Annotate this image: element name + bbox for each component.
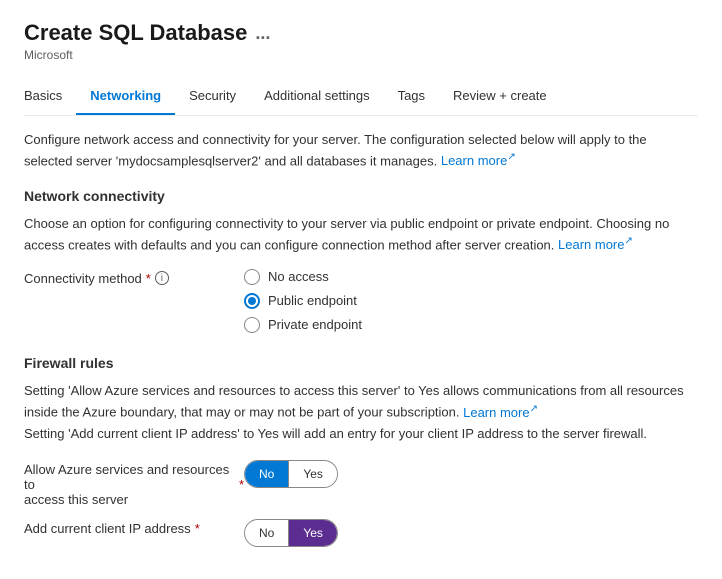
page-header: Create SQL Database ... Microsoft — [24, 20, 698, 62]
firewall-rules-title: Firewall rules — [24, 355, 698, 371]
allow-azure-label: Allow Azure services and resources toacc… — [24, 460, 244, 507]
page-title: Create SQL Database — [24, 20, 247, 46]
external-link-icon-2: ↗ — [625, 236, 633, 247]
add-ip-required: * — [195, 521, 200, 536]
allow-azure-toggle: No Yes — [244, 460, 338, 488]
external-link-icon-3: ↗ — [530, 403, 538, 414]
radio-no-access-circle[interactable] — [244, 269, 260, 285]
allow-azure-yes-button[interactable]: Yes — [289, 461, 337, 487]
connectivity-description: Choose an option for configuring connect… — [24, 214, 698, 254]
allow-azure-row: Allow Azure services and resources toacc… — [24, 460, 698, 507]
intro-learn-more-link[interactable]: Learn more↗ — [441, 153, 516, 168]
radio-public-endpoint[interactable]: Public endpoint — [244, 293, 362, 309]
connectivity-learn-more-link[interactable]: Learn more↗ — [558, 237, 633, 252]
radio-private-endpoint[interactable]: Private endpoint — [244, 317, 362, 333]
radio-private-endpoint-circle[interactable] — [244, 317, 260, 333]
tab-basics[interactable]: Basics — [24, 78, 76, 115]
tab-tags[interactable]: Tags — [384, 78, 439, 115]
external-link-icon: ↗ — [507, 152, 515, 163]
add-ip-label: Add current client IP address * — [24, 519, 244, 536]
add-ip-row: Add current client IP address * No Yes — [24, 519, 698, 547]
radio-no-access[interactable]: No access — [244, 269, 362, 285]
add-ip-yes-button[interactable]: Yes — [289, 520, 337, 546]
tab-nav: Basics Networking Security Additional se… — [24, 78, 698, 116]
radio-public-endpoint-circle[interactable] — [244, 293, 260, 309]
radio-public-endpoint-dot — [248, 297, 256, 305]
add-ip-no-button[interactable]: No — [245, 520, 288, 546]
more-options-icon[interactable]: ... — [255, 23, 270, 44]
allow-azure-toggle-wrapper[interactable]: No Yes — [244, 460, 338, 488]
intro-description: Configure network access and connectivit… — [24, 130, 698, 170]
connectivity-method-row: Connectivity method * i No access Public… — [24, 269, 698, 333]
connectivity-method-label: Connectivity method * i — [24, 269, 244, 286]
allow-azure-no-button[interactable]: No — [245, 461, 288, 487]
required-indicator: * — [146, 271, 151, 286]
connectivity-radio-group: No access Public endpoint Private endpoi… — [244, 269, 362, 333]
add-ip-toggle-wrapper[interactable]: No Yes — [244, 519, 338, 547]
tab-review-create[interactable]: Review + create — [439, 78, 561, 115]
firewall-learn-more-link[interactable]: Learn more↗ — [463, 405, 538, 420]
tab-networking[interactable]: Networking — [76, 78, 175, 115]
radio-private-endpoint-label: Private endpoint — [268, 317, 362, 332]
info-icon[interactable]: i — [155, 271, 169, 285]
add-ip-toggle: No Yes — [244, 519, 338, 547]
radio-public-endpoint-label: Public endpoint — [268, 293, 357, 308]
radio-no-access-label: No access — [268, 269, 329, 284]
network-connectivity-title: Network connectivity — [24, 188, 698, 204]
tab-security[interactable]: Security — [175, 78, 250, 115]
tab-additional-settings[interactable]: Additional settings — [250, 78, 384, 115]
firewall-description: Setting 'Allow Azure services and resour… — [24, 381, 698, 445]
page-subtitle: Microsoft — [24, 48, 698, 62]
